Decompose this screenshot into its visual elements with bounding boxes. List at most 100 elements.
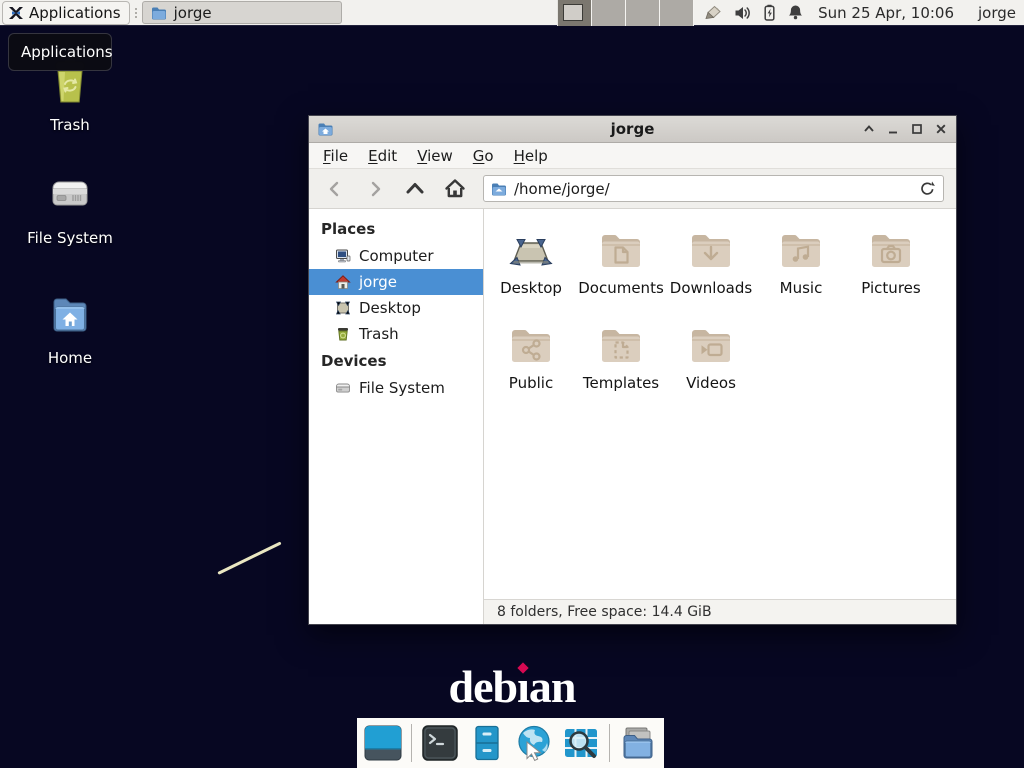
file-item-label: Downloads — [670, 279, 752, 297]
sidebar: Places Computer jorge — [309, 209, 484, 624]
debian-logo: debıan — [0, 660, 1024, 713]
file-item-templates[interactable]: Templates — [576, 321, 666, 416]
folder-launcher-icon[interactable] — [619, 724, 657, 762]
workspace-1[interactable] — [558, 0, 592, 26]
house-icon — [335, 274, 351, 290]
statusbar: 8 folders, Free space: 14.4 GiB — [484, 599, 956, 624]
menu-edit[interactable]: Edit — [358, 144, 407, 168]
sidebar-item-label: Trash — [359, 325, 399, 343]
file-item-videos[interactable]: Videos — [666, 321, 756, 416]
desktop-pad-icon — [507, 226, 555, 274]
desktop-icon — [335, 300, 351, 316]
sidebar-item-filesystem[interactable]: File System — [309, 375, 483, 401]
sidebar-item-trash[interactable]: Trash — [309, 321, 483, 347]
file-item-documents[interactable]: Documents — [576, 226, 666, 321]
panel-clock[interactable]: Sun 25 Apr, 10:06 — [818, 4, 954, 22]
logo-text: an — [529, 661, 576, 712]
menubar: File Edit View Go Help — [309, 143, 956, 169]
folder-public-icon — [507, 321, 555, 369]
drive-small-icon — [335, 380, 351, 396]
home-folder-icon — [46, 290, 94, 338]
sidebar-header-devices: Devices — [309, 347, 483, 375]
file-item-label: Pictures — [861, 279, 920, 297]
location-input[interactable]: /home/jorge/ — [514, 180, 912, 198]
notification-bell-icon[interactable] — [787, 4, 804, 21]
sidebar-item-label: File System — [359, 379, 445, 397]
file-cabinet-launcher-icon[interactable] — [468, 724, 506, 762]
minimize-button[interactable] — [886, 122, 900, 136]
file-item-label: Desktop — [500, 279, 562, 297]
forward-button[interactable] — [363, 177, 387, 201]
trash-small-icon — [335, 326, 351, 342]
maximize-button[interactable] — [910, 122, 924, 136]
desktop-stray-line — [217, 541, 281, 574]
app-finder-launcher-icon[interactable] — [562, 724, 600, 762]
reload-button[interactable] — [919, 180, 936, 197]
desktop-icon-filesystem[interactable]: File System — [22, 170, 118, 247]
workspace-3[interactable] — [626, 0, 660, 26]
computer-icon — [335, 248, 351, 264]
window-titlebar[interactable]: jorge — [309, 116, 956, 143]
desktop-icon-label: Home — [22, 349, 118, 367]
web-browser-launcher-icon[interactable] — [515, 724, 553, 762]
folder-downloads-icon — [687, 226, 735, 274]
back-button[interactable] — [323, 177, 347, 201]
file-item-desktop[interactable]: Desktop — [486, 226, 576, 321]
sidebar-item-desktop[interactable]: Desktop — [309, 295, 483, 321]
file-item-public[interactable]: Public — [486, 321, 576, 416]
file-item-downloads[interactable]: Downloads — [666, 226, 756, 321]
folder-icon — [151, 5, 167, 21]
dock-panel — [357, 718, 664, 768]
xfce-logo-icon — [8, 5, 24, 21]
workspace-2[interactable] — [592, 0, 626, 26]
applications-menu-button[interactable]: Applications — [2, 1, 130, 25]
sidebar-item-computer[interactable]: Computer — [309, 243, 483, 269]
file-item-label: Public — [509, 374, 553, 392]
sidebar-item-label: Desktop — [359, 299, 421, 317]
workspace-4[interactable] — [660, 0, 694, 26]
folder-videos-icon — [687, 321, 735, 369]
dock-separator — [609, 724, 610, 762]
show-desktop-icon[interactable] — [364, 724, 402, 762]
status-text: 8 folders, Free space: 14.4 GiB — [497, 604, 712, 620]
file-item-music[interactable]: Music — [756, 226, 846, 321]
terminal-launcher-icon[interactable] — [421, 724, 459, 762]
panel-handle[interactable] — [132, 3, 140, 23]
sidebar-item-home-jorge[interactable]: jorge — [309, 269, 483, 295]
hard-drive-icon — [46, 170, 94, 218]
close-button[interactable] — [934, 122, 948, 136]
sidebar-item-label: jorge — [359, 273, 397, 291]
sidebar-item-label: Computer — [359, 247, 434, 265]
taskbar-button-jorge[interactable]: jorge — [142, 1, 342, 24]
menu-file[interactable]: File — [313, 144, 358, 168]
shade-button[interactable] — [862, 122, 876, 136]
file-view[interactable]: Desktop Documents — [484, 209, 956, 599]
sidebar-header-places: Places — [309, 215, 483, 243]
file-item-label: Documents — [578, 279, 664, 297]
panel-user-actions[interactable]: jorge — [978, 4, 1016, 22]
workspace-pager[interactable] — [557, 0, 694, 26]
folder-templates-icon — [597, 321, 645, 369]
up-button[interactable] — [403, 177, 427, 201]
file-item-label: Videos — [686, 374, 736, 392]
home-button[interactable] — [443, 177, 467, 201]
workspace-window-preview — [563, 4, 583, 21]
folder-pictures-icon — [867, 226, 915, 274]
stylus-pen-icon[interactable] — [704, 4, 724, 22]
logo-text: deb — [449, 661, 518, 712]
window-title: jorge — [309, 120, 956, 138]
location-bar[interactable]: /home/jorge/ — [483, 175, 944, 202]
file-item-pictures[interactable]: Pictures — [846, 226, 936, 321]
desktop-icon-label: File System — [22, 229, 118, 247]
menu-view[interactable]: View — [407, 144, 463, 168]
folder-documents-icon — [597, 226, 645, 274]
battery-charging-icon[interactable] — [762, 4, 777, 21]
applications-tooltip: Applications — [8, 33, 112, 71]
file-item-label: Templates — [583, 374, 659, 392]
menu-help[interactable]: Help — [504, 144, 558, 168]
desktop-icon-home[interactable]: Home — [22, 290, 118, 367]
system-tray — [704, 4, 804, 22]
volume-icon[interactable] — [734, 5, 752, 21]
menu-go[interactable]: Go — [463, 144, 504, 168]
top-panel: Applications jorge — [0, 0, 1024, 26]
